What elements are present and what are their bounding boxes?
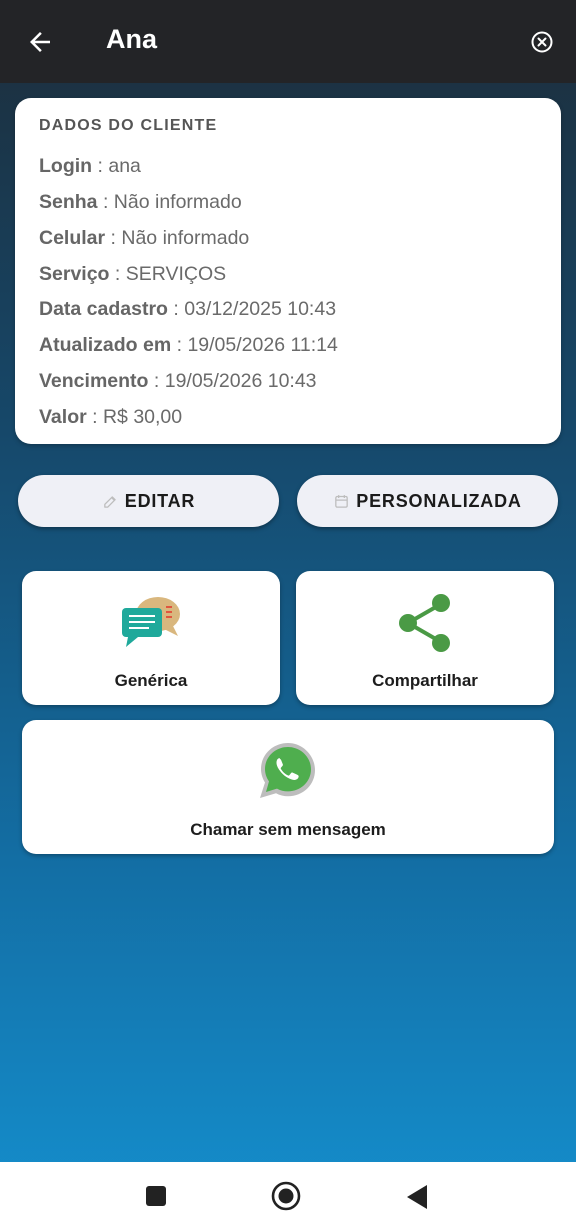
field-celular: Celular : Não informado [39, 227, 249, 250]
field-separator: : [109, 263, 126, 285]
custom-button[interactable]: PERSONALIZADA [297, 475, 558, 527]
close-button[interactable] [526, 26, 558, 58]
field-separator: : [167, 298, 185, 320]
field-servico: Serviço : SERVIÇOS [39, 263, 226, 286]
field-atualizado-em: Atualizado em : 19/05/2026 11:14 [39, 334, 338, 357]
field-label: Login [39, 155, 93, 177]
share-tile-label: Compartilhar [372, 671, 478, 690]
generic-message-tile[interactable]: Genérica [22, 571, 280, 705]
field-data-cadastro: Data cadastro : 03/12/2025 10:43 [39, 298, 336, 321]
field-label: Valor [39, 406, 87, 428]
app-bar: Ana [0, 0, 576, 83]
share-icon [399, 594, 450, 652]
whatsapp-call-tile[interactable]: Chamar sem mensagem [22, 720, 554, 854]
close-circle-icon [531, 31, 553, 53]
field-separator: : [105, 227, 122, 249]
field-value: Não informado [121, 227, 250, 249]
field-value: 19/05/2026 11:14 [187, 334, 338, 356]
field-senha: Senha : Não informado [39, 191, 242, 214]
field-login: Login : ana [39, 155, 141, 178]
system-back-button[interactable] [405, 1184, 429, 1210]
home-button[interactable] [271, 1181, 301, 1211]
field-label: Vencimento [39, 370, 149, 392]
calendar-icon [333, 493, 350, 510]
client-data-card: DADOS DO CLIENTE Login : ana Senha : Não… [15, 98, 561, 444]
field-label: Data cadastro [39, 298, 168, 320]
field-separator: : [97, 191, 114, 213]
field-value: ana [108, 155, 141, 177]
field-label: Atualizado em [39, 334, 172, 356]
system-navigation-bar [0, 1162, 576, 1231]
share-tile[interactable]: Compartilhar [296, 571, 554, 705]
triangle-back-icon [407, 1185, 427, 1209]
field-valor: Valor : R$ 30,00 [39, 406, 182, 429]
edit-button-label: EDITAR [124, 490, 196, 511]
field-value: 19/05/2026 10:43 [164, 370, 317, 392]
field-value: Não informado [113, 191, 242, 213]
recent-apps-button[interactable] [146, 1186, 166, 1206]
card-title: DADOS DO CLIENTE [39, 117, 218, 134]
field-label: Senha [39, 191, 98, 213]
field-value: 03/12/2025 10:43 [184, 298, 337, 320]
custom-button-label: PERSONALIZADA [356, 490, 522, 511]
back-button[interactable] [20, 22, 60, 62]
field-value: R$ 30,00 [102, 406, 183, 428]
chat-bubbles-icon [122, 597, 180, 647]
field-vencimento: Vencimento : 19/05/2026 10:43 [39, 370, 317, 393]
edit-button[interactable]: EDITAR [18, 475, 279, 527]
generic-tile-label: Genérica [114, 671, 188, 690]
field-value: SERVIÇOS [125, 263, 227, 285]
field-separator: : [92, 155, 109, 177]
field-label: Celular [39, 227, 106, 249]
field-separator: : [86, 406, 103, 428]
page-title: Ana [106, 24, 158, 54]
whatsapp-icon [260, 743, 315, 798]
field-label: Serviço [39, 263, 110, 285]
field-separator: : [148, 370, 165, 392]
whatsapp-tile-label: Chamar sem mensagem [190, 820, 386, 839]
arrow-left-icon [30, 32, 50, 52]
field-separator: : [171, 334, 188, 356]
edit-icon [102, 493, 119, 510]
home-circle-icon [271, 1181, 301, 1211]
